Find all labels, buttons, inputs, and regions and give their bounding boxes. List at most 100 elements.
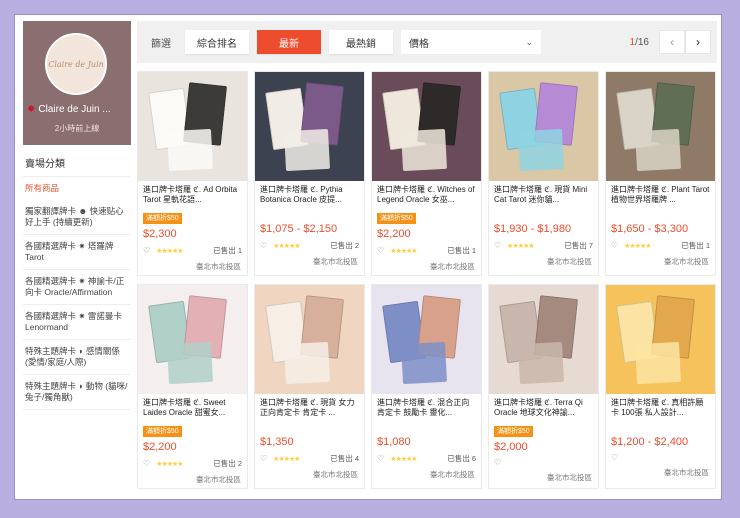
- shop-logo-text: Claire de Juin: [48, 59, 104, 69]
- heart-icon[interactable]: ♡: [494, 241, 501, 250]
- product-price: $2,200: [377, 228, 411, 240]
- heart-icon[interactable]: ♡: [143, 459, 150, 468]
- product-price: $1,930 - $1,980: [494, 223, 572, 235]
- product-image[interactable]: [138, 72, 247, 181]
- product-price: $1,075 - $2,150: [260, 223, 338, 235]
- sidebar-item-relationship[interactable]: 特殊主題牌卡 ◗ 感情關係 (愛情/家庭/人際): [23, 340, 131, 375]
- product-name[interactable]: 進口牌卡塔羅 ℭ. Pythia Botanica Oracle 皮提...: [255, 181, 364, 207]
- product-image[interactable]: [372, 285, 481, 394]
- product-meta: ♡ ★★★★★ 已售出 4: [255, 451, 364, 464]
- maple-leaf-icon: ✸: [27, 104, 36, 115]
- product-meta: ♡ ★★★★★ 已售出 1: [372, 243, 481, 256]
- shop-page-frame: Claire de Juin ✸ Claire de Juin ... 2小時前…: [14, 14, 722, 500]
- product-price: $2,200: [143, 441, 177, 453]
- heart-icon[interactable]: ♡: [260, 454, 267, 463]
- product-card[interactable]: 進口牌卡塔羅 ℭ. Ad Orbita Tarot 星軌花語... 滿額折$50…: [137, 71, 248, 276]
- sidebar-item-all-products[interactable]: 所有商品: [23, 177, 131, 200]
- product-card[interactable]: 進口牌卡塔羅 ℭ. Sweet Laides Oracle 甜蜜女... 滿額折…: [137, 284, 248, 489]
- sold-count: 已售出 2: [213, 459, 242, 468]
- sidebar-item-oracle[interactable]: 各國精選牌卡 ✷ 神諭卡/正向卡 Oracle/Affirmation: [23, 270, 131, 305]
- product-name[interactable]: 進口牌卡塔羅 ℭ. Witches of Legend Oracle 女巫...: [372, 181, 481, 207]
- heart-icon[interactable]: ♡: [611, 241, 618, 250]
- product-card[interactable]: 進口牌卡塔羅 ℭ. Witches of Legend Oracle 女巫...…: [371, 71, 482, 276]
- sort-latest-button[interactable]: 最新: [257, 30, 321, 54]
- sort-top-sales-button[interactable]: 最熱銷: [329, 30, 393, 54]
- prev-page-button[interactable]: ‹: [659, 30, 685, 54]
- sort-relevance-button[interactable]: 綜合排名: [185, 30, 249, 54]
- product-image[interactable]: [138, 285, 247, 394]
- product-meta: ♡ ★★★★★ 已售出 2: [255, 238, 364, 251]
- sidebar-item-tarot[interactable]: 各國精選牌卡 ✷ 塔羅牌 Tarot: [23, 235, 131, 270]
- product-card[interactable]: 進口牌卡塔羅 ℭ. Pythia Botanica Oracle 皮提... $…: [254, 71, 365, 276]
- product-card[interactable]: 進口牌卡塔羅 ℭ. 混合正向肯定卡 鼓勵卡 靈化... $1,080 ♡ ★★★…: [371, 284, 482, 489]
- product-card[interactable]: 進口牌卡塔羅 ℭ. 現貨 Mini Cat Tarot 迷你貓... $1,93…: [488, 71, 599, 276]
- rating-stars: ★★★★★: [390, 247, 417, 255]
- product-name[interactable]: 進口牌卡塔羅 ℭ. 現貨 女力正向肯定卡 肯定卡 ...: [255, 394, 364, 420]
- category-title: 賣場分類: [23, 145, 131, 177]
- price-sort-select[interactable]: 價格 ⌄: [401, 30, 541, 54]
- product-location: 臺北市北投區: [547, 257, 592, 266]
- rating-stars: ★★★★★: [273, 242, 300, 250]
- product-location: 臺北市北投區: [430, 470, 475, 479]
- heart-icon[interactable]: ♡: [377, 246, 384, 255]
- product-meta: ♡ ★★★★★ 已售出 7: [489, 238, 598, 251]
- product-image[interactable]: [606, 285, 715, 394]
- sort-label: 篩選: [151, 38, 171, 50]
- rating-stars: ★★★★★: [507, 242, 534, 250]
- product-meta: ♡ ★★★★★ 已售出 1: [138, 243, 247, 256]
- product-meta: ♡ ★★★★★ 已售出 6: [372, 451, 481, 464]
- product-name[interactable]: 進口牌卡塔羅 ℭ. 混合正向肯定卡 鼓勵卡 靈化...: [372, 394, 481, 420]
- product-price: $1,080: [377, 436, 411, 448]
- product-card[interactable]: 進口牌卡塔羅 ℭ. Plant Tarot 植物世界塔羅牌 ... $1,650…: [605, 71, 716, 276]
- sold-count: 已售出 6: [447, 454, 476, 463]
- sold-count: 已售出 2: [330, 241, 359, 250]
- heart-icon[interactable]: ♡: [611, 453, 618, 462]
- product-name[interactable]: 進口牌卡塔羅 ℭ. Sweet Laides Oracle 甜蜜女...: [138, 394, 247, 420]
- shop-online-status: 2小時前上線: [54, 124, 100, 133]
- rating-stars: ★★★★★: [156, 247, 183, 255]
- product-location: 臺北市北投區: [547, 473, 592, 482]
- sidebar-item-animal[interactable]: 特殊主題牌卡 ◗ 動物 (貓咪/兔子/獨角獸): [23, 375, 131, 410]
- product-meta: ♡: [489, 456, 598, 467]
- rating-stars: ★★★★★: [390, 455, 417, 463]
- product-name[interactable]: 進口牌卡塔羅 ℭ. Ad Orbita Tarot 星軌花語...: [138, 181, 247, 207]
- sold-count: 已售出 1: [213, 246, 242, 255]
- price-select-label: 價格: [409, 38, 429, 50]
- product-grid: 進口牌卡塔羅 ℭ. Ad Orbita Tarot 星軌花語... 滿額折$50…: [137, 71, 717, 489]
- product-name[interactable]: 進口牌卡塔羅 ℭ. 真相許願卡 100張 私人設計...: [606, 394, 715, 420]
- product-listing: 篩選 綜合排名 最新 最熱銷 價格 ⌄ 1/16 ‹ › 進口牌卡塔羅 ℭ. A…: [137, 21, 717, 497]
- heart-icon[interactable]: ♡: [143, 246, 150, 255]
- product-image[interactable]: [489, 285, 598, 394]
- next-page-button[interactable]: ›: [685, 30, 711, 54]
- shop-header[interactable]: Claire de Juin ✸ Claire de Juin ... 2小時前…: [23, 21, 131, 145]
- shop-name[interactable]: ✸ Claire de Juin ...: [27, 104, 129, 115]
- sold-count: 已售出 1: [447, 246, 476, 255]
- product-card[interactable]: 進口牌卡塔羅 ℭ. 真相許願卡 100張 私人設計... $1,200 - $2…: [605, 284, 716, 489]
- product-price: $1,350: [260, 436, 294, 448]
- sidebar: Claire de Juin ✸ Claire de Juin ... 2小時前…: [23, 21, 131, 497]
- product-image[interactable]: [606, 72, 715, 181]
- product-name[interactable]: 進口牌卡塔羅 ℭ. Plant Tarot 植物世界塔羅牌 ...: [606, 181, 715, 207]
- product-image[interactable]: [255, 72, 364, 181]
- heart-icon[interactable]: ♡: [260, 241, 267, 250]
- promo-badge: 滿額折$50: [143, 213, 182, 224]
- heart-icon[interactable]: ♡: [494, 458, 501, 467]
- product-price: $2,000: [494, 441, 528, 453]
- product-name[interactable]: 進口牌卡塔羅 ℭ. 現貨 Mini Cat Tarot 迷你貓...: [489, 181, 598, 207]
- product-price: $1,200 - $2,400: [611, 436, 689, 448]
- product-image[interactable]: [255, 285, 364, 394]
- product-card[interactable]: 進口牌卡塔羅 ℭ. Terra Qi Oracle 地球文化神諭... 滿額折$…: [488, 284, 599, 489]
- product-name[interactable]: 進口牌卡塔羅 ℭ. Terra Qi Oracle 地球文化神諭...: [489, 394, 598, 420]
- product-price: $1,650 - $3,300: [611, 223, 689, 235]
- shop-logo: Claire de Juin: [45, 33, 107, 95]
- product-location: 臺北市北投區: [313, 257, 358, 266]
- product-image[interactable]: [489, 72, 598, 181]
- product-card[interactable]: 進口牌卡塔羅 ℭ. 現貨 女力正向肯定卡 肯定卡 ... $1,350 ♡ ★★…: [254, 284, 365, 489]
- sidebar-item-exclusive[interactable]: 獨家翻譯牌卡 ☻ 快速贴心好上手 (持續更新): [23, 200, 131, 235]
- mini-pager: 1/16 ‹ ›: [630, 30, 711, 54]
- heart-icon[interactable]: ♡: [377, 454, 384, 463]
- product-meta: ♡ ★★★★★ 已售出 2: [138, 456, 247, 469]
- product-image[interactable]: [372, 72, 481, 181]
- shop-name-text: Claire de Juin ...: [38, 104, 111, 115]
- sidebar-item-lenormand[interactable]: 各國精選牌卡 ✷ 雷諾曼卡 Lenormand: [23, 305, 131, 340]
